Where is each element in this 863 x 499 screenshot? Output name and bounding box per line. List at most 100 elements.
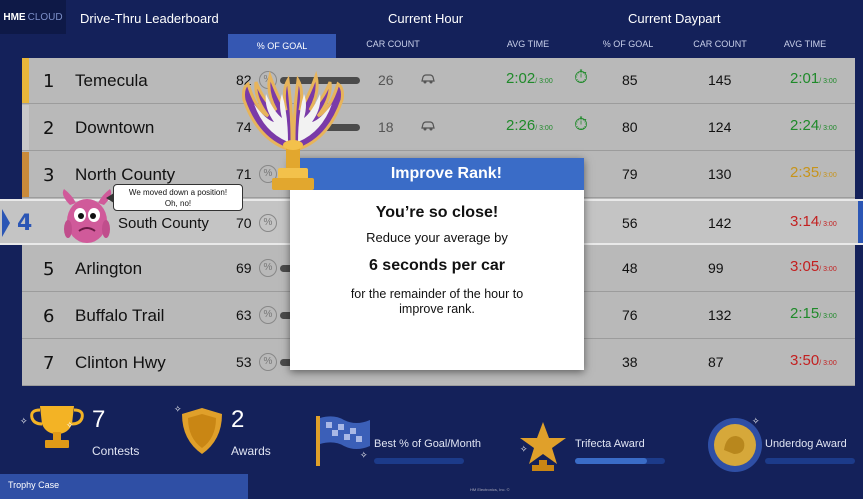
daypart-cars-value: 145 (708, 72, 732, 88)
daypart-pct-value: 48 (622, 260, 638, 276)
winged-trophy-icon (242, 70, 344, 190)
rank-number: 2 (43, 118, 55, 139)
car-icon (420, 72, 436, 88)
daypart-avg-value: 2:35/ 3:00 (790, 164, 837, 181)
rank-number: 3 (43, 165, 55, 186)
daypart-avg-time: 2:24 (790, 117, 820, 134)
store-name: Buffalo Trail (75, 306, 165, 325)
speech-line-2: Oh, no! (164, 199, 192, 208)
trifecta-progress (575, 458, 665, 464)
daypart-avg-time: 3:05 (790, 258, 820, 275)
daypart-avg-value: 2:01/ 3:00 (790, 70, 837, 87)
avg-goal: / 3:00 (535, 125, 553, 132)
daypart-pct-value: 76 (622, 307, 638, 323)
store-name: Temecula (75, 71, 148, 90)
store-name: North County (75, 165, 176, 184)
car-count-value: 26 (378, 72, 394, 88)
brand-logo[interactable]: HME CLOUD (0, 0, 66, 34)
daypart-cars-value: 132 (708, 307, 732, 323)
column-avg-time[interactable]: AVG TIME (483, 39, 573, 49)
copyright: HM Electronics, Inc. © (470, 487, 510, 492)
trophy-case-tab[interactable]: Trophy Case (0, 474, 248, 499)
awards-count: 2 (231, 406, 245, 433)
contests-label[interactable]: Contests (92, 444, 139, 458)
daypart-cars-value: 142 (708, 215, 732, 231)
shield-award-icon (182, 408, 222, 454)
store-name: Downtown (75, 118, 155, 137)
speech-bubble: We moved down a position! Oh, no! (106, 184, 243, 211)
underdog-label[interactable]: Underdog Award (765, 438, 847, 450)
trifecta-label[interactable]: Trifecta Award (575, 438, 645, 450)
column-car-count[interactable]: CAR COUNT (348, 39, 438, 49)
daypart-cars-value: 124 (708, 119, 732, 135)
current-store-marker-icon (2, 209, 10, 237)
percent-icon: % (259, 214, 277, 232)
daypart-pct-value: 85 (622, 72, 638, 88)
table-row[interactable]: 2 Downtown 74 % 18 2:26/ 3:00 ⏱ 80 124 2… (22, 105, 855, 151)
contests-count: 7 (92, 406, 106, 433)
sparkle-icon: ✧ (66, 420, 74, 430)
dialog-line-1: Reduce your average by (366, 230, 508, 245)
current-daypart-heading: Current Daypart (628, 11, 721, 26)
highlight-bar (858, 201, 863, 243)
brand-sub: CLOUD (27, 11, 63, 23)
trophy-cup-icon (30, 406, 84, 448)
sparkle-icon: ✧ (752, 416, 760, 426)
car-icon (420, 119, 436, 135)
store-name: Clinton Hwy (75, 353, 166, 372)
best-pct-progress (374, 458, 464, 464)
rank-number: 6 (43, 306, 55, 327)
avg-time: 2:02 (506, 70, 536, 87)
daypart-avg-time: 3:50 (790, 352, 820, 369)
table-row[interactable]: 1 Temecula 82 % 26 2:02/ 3:00 ⏱ 85 145 2… (22, 58, 855, 104)
sparkle-icon: ✧ (520, 444, 528, 454)
daypart-avg-time: 3:14 (790, 213, 820, 230)
brand-main: HME (3, 11, 26, 23)
column-pct-goal[interactable]: % OF GOAL (228, 34, 336, 58)
dialog-line-2: for the remainder of the hour to improve… (350, 287, 524, 316)
rank-stripe (22, 105, 29, 150)
column-daypart-pct-goal[interactable]: % OF GOAL (583, 39, 673, 49)
underdog-progress (765, 458, 855, 464)
column-daypart-car-count[interactable]: CAR COUNT (675, 39, 765, 49)
dialog-amount: 6 seconds per car (368, 257, 506, 274)
avg-time: 2:26 (506, 117, 536, 134)
daypart-pct-value: 80 (622, 119, 638, 135)
avg-goal: / 3:00 (535, 78, 553, 85)
avg-time-value: 2:02/ 3:00 (506, 70, 553, 87)
best-pct-label[interactable]: Best % of Goal/Month (374, 438, 481, 450)
daypart-avg-value: 3:50/ 3:00 (790, 352, 837, 369)
sparkle-icon: ✧ (20, 416, 28, 426)
daypart-pct-value: 79 (622, 166, 638, 182)
speech-line-1: We moved down a position! (128, 188, 228, 197)
stopwatch-icon: ⏱ (574, 67, 589, 87)
pct-goal-value: 69 (236, 260, 252, 276)
daypart-avg-time: 2:35 (790, 164, 820, 181)
percent-icon: % (259, 306, 277, 324)
daypart-avg-goal: / 3:00 (819, 172, 837, 179)
daypart-pct-value: 38 (622, 354, 638, 370)
page-title: Drive-Thru Leaderboard (80, 11, 219, 26)
daypart-pct-value: 56 (622, 215, 638, 231)
daypart-avg-goal: / 3:00 (819, 266, 837, 273)
bottom-panel: ✧ ✧ 7 Contests ✧ 2 Awards ✧ Best % of Go… (0, 392, 863, 499)
daypart-avg-goal: / 3:00 (819, 221, 837, 228)
awards-label[interactable]: Awards (231, 444, 271, 458)
rank-number: 4 (17, 211, 33, 236)
daypart-avg-value: 3:14/ 3:00 (790, 213, 837, 230)
daypart-avg-goal: / 3:00 (819, 313, 837, 320)
trifecta-progress-fill (575, 458, 647, 464)
store-name: Arlington (75, 259, 143, 278)
daypart-avg-time: 2:01 (790, 70, 820, 87)
rank-number: 7 (43, 353, 55, 374)
daypart-cars-value: 99 (708, 260, 724, 276)
column-daypart-avg-time[interactable]: AVG TIME (760, 39, 850, 49)
daypart-avg-goal: / 3:00 (819, 125, 837, 132)
dialog-headline: You’re so close! (375, 204, 499, 221)
store-name: South County (118, 215, 209, 232)
car-count-value: 18 (378, 119, 394, 135)
rank-stripe (22, 58, 29, 103)
sparkle-icon: ✧ (360, 450, 368, 460)
pct-goal-value: 70 (236, 215, 252, 231)
daypart-avg-value: 2:24/ 3:00 (790, 117, 837, 134)
